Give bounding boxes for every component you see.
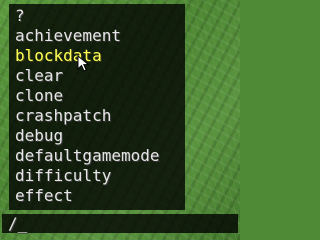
suggestion-item[interactable]: defaultgamemode <box>15 146 160 165</box>
mouse-pointer-icon <box>77 55 90 72</box>
suggestion-item[interactable]: clear <box>15 66 63 85</box>
chat-input[interactable]: /_ <box>8 214 27 233</box>
suggestion-item[interactable]: clone <box>15 86 63 105</box>
chat-input-bar[interactable]: /_ <box>2 214 238 233</box>
suggestion-item[interactable]: crashpatch <box>15 106 111 125</box>
suggestion-item[interactable]: ? <box>15 6 25 25</box>
command-suggestion-list: ? achievement blockdata clear clone cras… <box>9 4 185 210</box>
suggestion-item[interactable]: achievement <box>15 26 121 45</box>
suggestion-item[interactable]: debug <box>15 126 63 145</box>
suggestion-item[interactable]: effect <box>15 186 73 205</box>
suggestion-item[interactable]: difficulty <box>15 166 111 185</box>
